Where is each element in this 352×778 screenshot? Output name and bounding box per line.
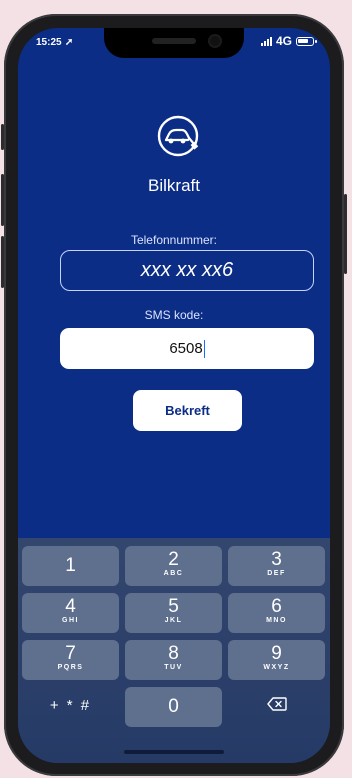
delete-key[interactable] (228, 687, 325, 727)
sms-code-value: 6508 (169, 340, 203, 357)
notch (104, 28, 244, 58)
key-letters: GHI (62, 617, 79, 624)
battery-icon (296, 36, 317, 46)
key-8[interactable]: 8 TUV (125, 640, 222, 680)
key-digit: 8 (168, 643, 179, 664)
key-7[interactable]: 7 PQRS (22, 640, 119, 680)
location-icon: ➚ (64, 37, 74, 48)
phone-number-value: xxx xx xx6 (140, 259, 234, 281)
speaker (152, 38, 196, 44)
key-5[interactable]: 5 JKL (125, 593, 222, 633)
volume-down-button (1, 236, 4, 288)
mute-switch (1, 124, 4, 150)
key-digit: 5 (168, 596, 179, 617)
phone-label: Telefonnummer: (130, 233, 218, 247)
key-letters: JKL (164, 617, 183, 624)
key-0[interactable]: 0 (125, 687, 222, 727)
key-2[interactable]: 2 ABC (125, 546, 222, 586)
key-4[interactable]: 4 GHI (22, 593, 119, 633)
phone-frame: 15:25 ➚ 4G Bilkraft Telefonnummer: xxx x… (1, 14, 347, 776)
network-type: 4G (275, 34, 292, 48)
key-digit: 9 (271, 643, 282, 664)
key-3[interactable]: 3 DEF (228, 546, 325, 586)
key-9[interactable]: 9 WXYZ (228, 640, 325, 680)
power-button (344, 194, 347, 274)
screen: 15:25 ➚ 4G Bilkraft Telefonnummer: xxx x… (18, 28, 330, 763)
key-digit: 0 (168, 696, 179, 717)
signal-icon (260, 36, 272, 46)
status-indicators: 4G (260, 34, 317, 48)
key-digit: 3 (271, 549, 282, 570)
symbols-label: + * # (49, 697, 92, 714)
key-letters: WXYZ (263, 664, 290, 671)
text-caret (203, 339, 205, 358)
numeric-keyboard: 1 2 ABC 3 DEF 4 GHI 5 JKL 6 MNO 7 PQRS 8… (18, 538, 330, 763)
key-digit: 1 (65, 555, 76, 576)
car-plug-logo-icon (157, 115, 199, 157)
volume-up-button (1, 174, 4, 226)
key-6[interactable]: 6 MNO (228, 593, 325, 633)
key-symbols[interactable]: + * # (22, 687, 119, 727)
backspace-icon (266, 697, 287, 711)
key-digit: 6 (271, 596, 282, 617)
key-letters: DEF (267, 570, 286, 577)
key-letters: TUV (164, 664, 183, 671)
key-letters: MNO (266, 617, 287, 624)
key-1[interactable]: 1 (22, 546, 119, 586)
sms-label: SMS kode: (144, 308, 204, 322)
key-letters: PQRS (57, 664, 84, 671)
key-letters: ABC (163, 570, 184, 577)
front-camera (210, 36, 220, 46)
confirm-button[interactable]: Bekreft (133, 390, 242, 431)
status-time: 15:25 ➚ (36, 37, 74, 48)
key-digit: 7 (65, 643, 76, 664)
key-digit: 2 (168, 549, 179, 570)
app-name: Bilkraft (148, 176, 200, 195)
home-indicator[interactable] (124, 750, 224, 754)
sms-code-input[interactable]: 6508 (60, 328, 314, 369)
key-digit: 4 (65, 596, 76, 617)
phone-number-field[interactable]: xxx xx xx6 (60, 250, 314, 291)
